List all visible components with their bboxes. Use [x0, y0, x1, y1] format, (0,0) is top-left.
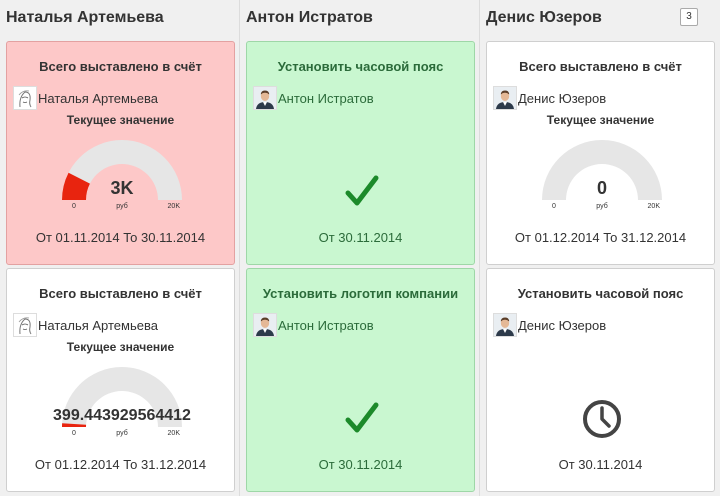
- gauge-value: 0: [596, 178, 607, 198]
- column-anton: Антон Истратов Установить часовой пояс А…: [240, 0, 480, 496]
- man-portrait-icon: [253, 313, 277, 337]
- gauge-unit-label: руб: [116, 203, 128, 210]
- column-header[interactable]: Антон Истратов: [240, 0, 479, 36]
- goal-card[interactable]: Всего выставлено в счёт Денис Юзеров Тек…: [486, 41, 715, 265]
- column-header[interactable]: Денис Юзеров 3: [480, 0, 720, 36]
- kanban-board: Наталья Артемьева Всего выставлено в счё…: [0, 0, 720, 496]
- gauge-value: 399.443929564412: [53, 407, 191, 424]
- gauge-unit-label: руб: [116, 430, 128, 437]
- card-title[interactable]: Всего выставлено в счёт: [7, 59, 234, 74]
- gauge-max-label: 20K: [167, 203, 180, 210]
- checkmark-icon: [345, 402, 379, 433]
- goal-card[interactable]: Всего выставлено в счёт Наталья Артемьев…: [6, 41, 235, 265]
- sketch-portrait-icon: [13, 86, 37, 110]
- assignee-name: Антон Истратов: [278, 90, 374, 106]
- checkmark-icon: [345, 175, 379, 206]
- man-portrait-icon: [493, 313, 517, 337]
- gauge: 3K 0 руб 20K: [62, 138, 182, 218]
- card-title[interactable]: Установить часовой пояс: [487, 286, 714, 301]
- period-text: От 30.11.2014: [318, 230, 403, 245]
- assignee[interactable]: Антон Истратов: [253, 86, 374, 110]
- assignee-name: Денис Юзеров: [518, 317, 607, 333]
- assignee-name: Наталья Артемьева: [38, 317, 158, 333]
- metric-subtitle: Текущее значение: [546, 113, 655, 127]
- task-card[interactable]: Установить логотип компании Антон Истрат…: [246, 268, 475, 492]
- column-header[interactable]: Наталья Артемьева: [0, 0, 239, 36]
- man-portrait-icon: [253, 86, 277, 110]
- period-text: От 30.11.2014: [558, 457, 643, 472]
- metric-subtitle: Текущее значение: [66, 113, 175, 127]
- period-text: От 01.11.2014 То 30.11.2014: [35, 230, 206, 245]
- sketch-portrait-icon: [13, 313, 37, 337]
- gauge-value: 3K: [110, 178, 134, 198]
- card-title[interactable]: Всего выставлено в счёт: [7, 286, 234, 301]
- assignee[interactable]: Наталья Артемьева: [13, 313, 158, 337]
- assignee-name: Антон Истратов: [278, 317, 374, 333]
- gauge-max-label: 20K: [167, 430, 180, 437]
- assignee-name: Наталья Артемьева: [38, 90, 158, 106]
- assignee[interactable]: Наталья Артемьева: [13, 86, 158, 110]
- card-count-badge: 3: [680, 8, 698, 26]
- metric-subtitle: Текущее значение: [66, 340, 175, 354]
- column-denis: Денис Юзеров 3 Всего выставлено в счёт Д…: [480, 0, 720, 496]
- assignee[interactable]: Антон Истратов: [253, 313, 374, 337]
- assignee-name: Денис Юзеров: [518, 90, 607, 106]
- goal-card[interactable]: Всего выставлено в счёт Наталья Артемьев…: [6, 268, 235, 492]
- gauge: 399.443929564412 0 руб 20K: [53, 365, 191, 445]
- column-title: Денис Юзеров: [486, 9, 602, 26]
- period-text: От 30.11.2014: [318, 457, 403, 472]
- gauge-max-label: 20K: [647, 203, 660, 210]
- period-text: От 01.12.2014 То 31.12.2014: [514, 230, 687, 245]
- clock-icon: [583, 400, 621, 438]
- gauge: 0 0 руб 20K: [542, 138, 662, 218]
- task-card[interactable]: Установить часовой пояс Денис Юзеров От …: [486, 268, 715, 492]
- gauge-unit-label: руб: [596, 203, 608, 210]
- assignee[interactable]: Денис Юзеров: [493, 313, 606, 337]
- task-card[interactable]: Установить часовой пояс Антон Истратов О…: [246, 41, 475, 265]
- card-title[interactable]: Установить часовой пояс: [247, 59, 474, 74]
- period-text: От 01.12.2014 То 31.12.2014: [34, 457, 207, 472]
- card-title[interactable]: Всего выставлено в счёт: [487, 59, 714, 74]
- man-portrait-icon: [493, 86, 517, 110]
- column-natalya: Наталья Артемьева Всего выставлено в счё…: [0, 0, 240, 496]
- card-title[interactable]: Установить логотип компании: [247, 286, 474, 301]
- assignee[interactable]: Денис Юзеров: [493, 86, 606, 110]
